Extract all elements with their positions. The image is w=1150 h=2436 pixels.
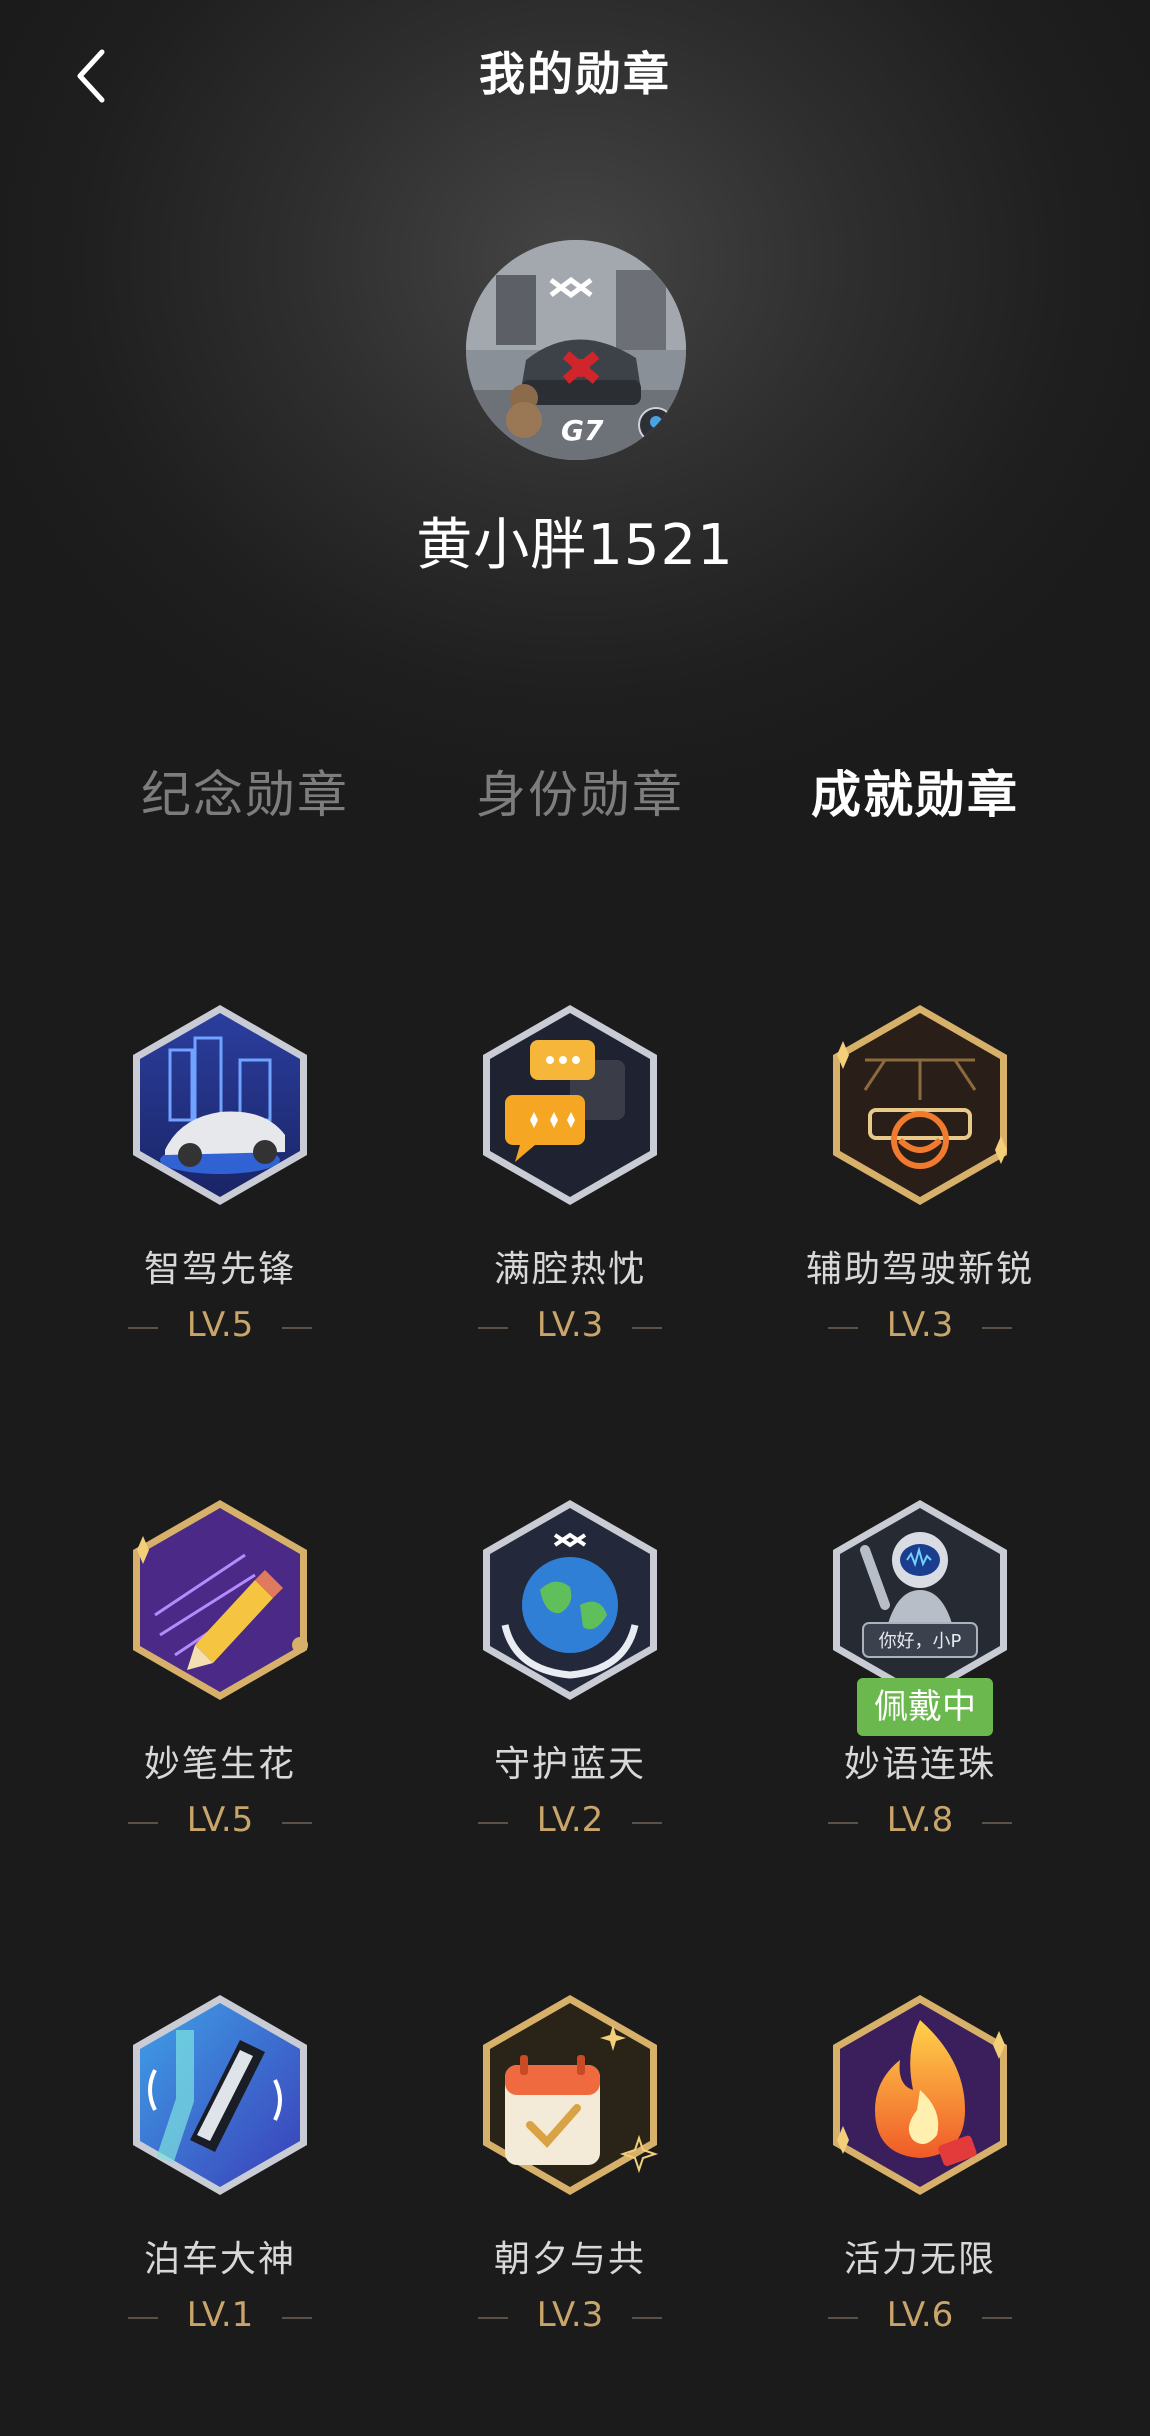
badge-item[interactable]: 守护蓝天 LV.2 <box>410 1495 730 1915</box>
badge-item[interactable]: 活力无限 LV.6 <box>760 1990 1080 2410</box>
svg-text:你好，小P: 你好，小P <box>879 1631 962 1652</box>
username: 黄小胖1521 <box>416 513 734 578</box>
badge-level: LV.5 <box>186 1800 254 1840</box>
badge-level: LV.5 <box>186 1305 254 1345</box>
earth-badge-icon <box>475 1495 665 1705</box>
badge-item[interactable]: 辅助驾驶新锐 LV.3 <box>760 1000 1080 1420</box>
wearing-tag: 佩戴中 <box>857 1678 993 1736</box>
badge-level-row: LV.5 <box>60 1305 380 1349</box>
tab-achievement[interactable]: 成就勋章 <box>765 755 1065 827</box>
badge-name: 泊车大神 <box>143 2239 296 2280</box>
divider <box>282 1822 312 1824</box>
badge-level-row: LV.2 <box>410 1800 730 1844</box>
parking-badge-icon <box>125 1990 315 2200</box>
calendar-badge-icon <box>475 1990 665 2200</box>
badge-level: LV.1 <box>186 2295 254 2335</box>
tab-commemorative[interactable]: 纪念勋章 <box>95 755 395 827</box>
badge-level: LV.8 <box>886 1800 954 1840</box>
badge-level-row: LV.3 <box>410 1305 730 1349</box>
badge-item[interactable]: 妙笔生花 LV.5 <box>60 1495 380 1915</box>
badge-level: LV.6 <box>886 2295 954 2335</box>
divider <box>632 1327 662 1329</box>
badge-level-row: LV.8 <box>760 1800 1080 1844</box>
badge-name: 辅助驾驶新锐 <box>805 1249 1034 1290</box>
header: 我的勋章 <box>0 0 1150 150</box>
city-car-badge-icon <box>125 1000 315 1210</box>
badge-level-row: LV.5 <box>60 1800 380 1844</box>
tab-identity[interactable]: 身份勋章 <box>430 755 730 827</box>
badge-name: 妙笔生花 <box>143 1744 296 1785</box>
badge-item[interactable]: 智驾先锋 LV.5 <box>60 1000 380 1420</box>
badge-tabs: 纪念勋章 身份勋章 成就勋章 <box>0 755 1150 835</box>
steering-wheel-badge-icon <box>825 1000 1015 1210</box>
badge-level-row: LV.6 <box>760 2295 1080 2339</box>
flame-badge-icon <box>825 1990 1015 2200</box>
badge-name: 智驾先锋 <box>143 1249 296 1290</box>
divider <box>982 1327 1012 1329</box>
divider <box>632 1822 662 1824</box>
page-title: 我的勋章 <box>479 47 671 101</box>
badge-name: 守护蓝天 <box>493 1744 646 1785</box>
badge-level: LV.3 <box>536 1305 604 1345</box>
badge-level-row: LV.3 <box>760 1305 1080 1349</box>
svg-text:G7: G7 <box>561 414 604 447</box>
divider <box>632 2317 662 2319</box>
badge-level-row: LV.1 <box>60 2295 380 2339</box>
badge-level: LV.3 <box>886 1305 954 1345</box>
badge-level: LV.3 <box>536 2295 604 2335</box>
badge-item[interactable]: 满腔热忱 LV.3 <box>410 1000 730 1420</box>
robot-badge-icon: 你好，小P <box>825 1495 1015 1705</box>
badge-level-row: LV.3 <box>410 2295 730 2339</box>
badge-name: 活力无限 <box>843 2239 996 2280</box>
badge-level: LV.2 <box>536 1800 604 1840</box>
divider <box>282 1327 312 1329</box>
divider <box>982 1822 1012 1824</box>
badge-name: 满腔热忱 <box>493 1249 646 1290</box>
badge-name: 朝夕与共 <box>493 2239 646 2280</box>
badge-name: 妙语连珠 <box>843 1744 996 1785</box>
avatar[interactable]: G7 <box>466 240 686 460</box>
badge-item[interactable]: 泊车大神 LV.1 <box>60 1990 380 2410</box>
badge-item[interactable]: 朝夕与共 LV.3 <box>410 1990 730 2410</box>
pencil-badge-icon <box>125 1495 315 1705</box>
badge-item[interactable]: 你好，小P 佩戴中 妙语连珠 LV.8 <box>760 1495 1080 1915</box>
divider <box>982 2317 1012 2319</box>
chat-bubbles-badge-icon <box>475 1000 665 1210</box>
divider <box>282 2317 312 2319</box>
